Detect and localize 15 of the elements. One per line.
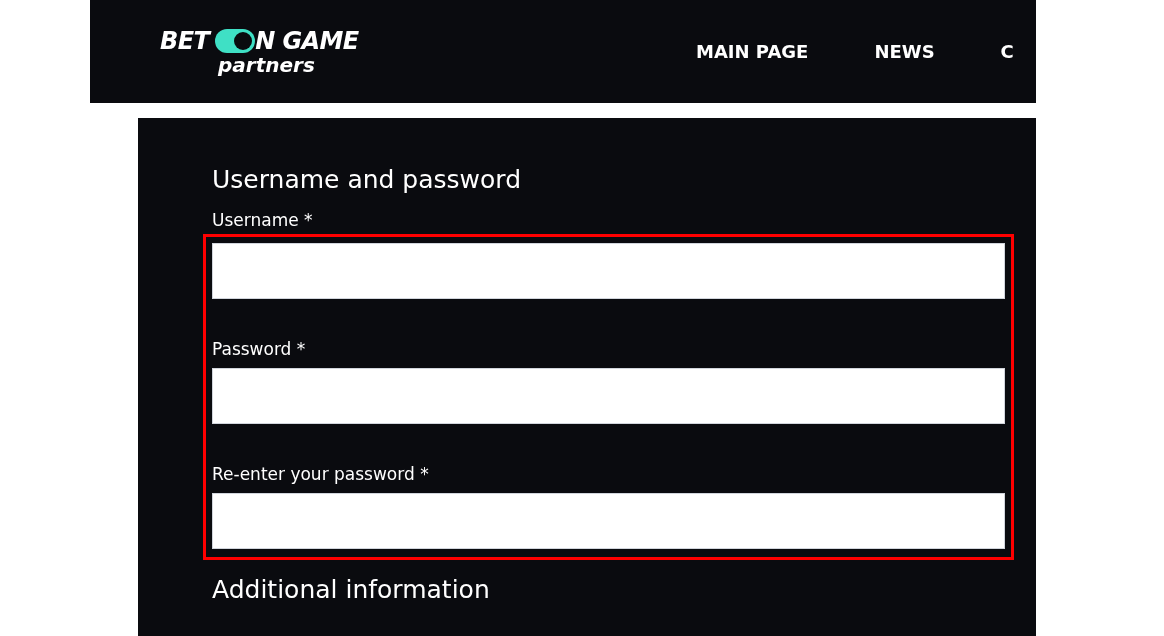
logo-text: BET — [160, 28, 210, 53]
field-label: Password * — [212, 338, 307, 361]
logo-text: N GAME — [255, 28, 359, 53]
nav-link[interactable]: NEWS — [874, 38, 935, 65]
field-label: Re-enter your password * — [212, 463, 430, 486]
nav-link[interactable]: MAIN PAGE — [696, 38, 809, 65]
section-title: Username and password — [212, 164, 523, 196]
logo-tagline: partners — [218, 54, 315, 75]
toggle-icon — [215, 28, 256, 53]
input-field[interactable] — [212, 243, 1005, 299]
input-field[interactable] — [212, 368, 1005, 424]
input-field[interactable] — [212, 493, 1005, 549]
field-label: Username * — [212, 209, 314, 232]
nav-link[interactable]: C — [1000, 38, 1014, 65]
section-title: Additional information — [212, 574, 491, 606]
